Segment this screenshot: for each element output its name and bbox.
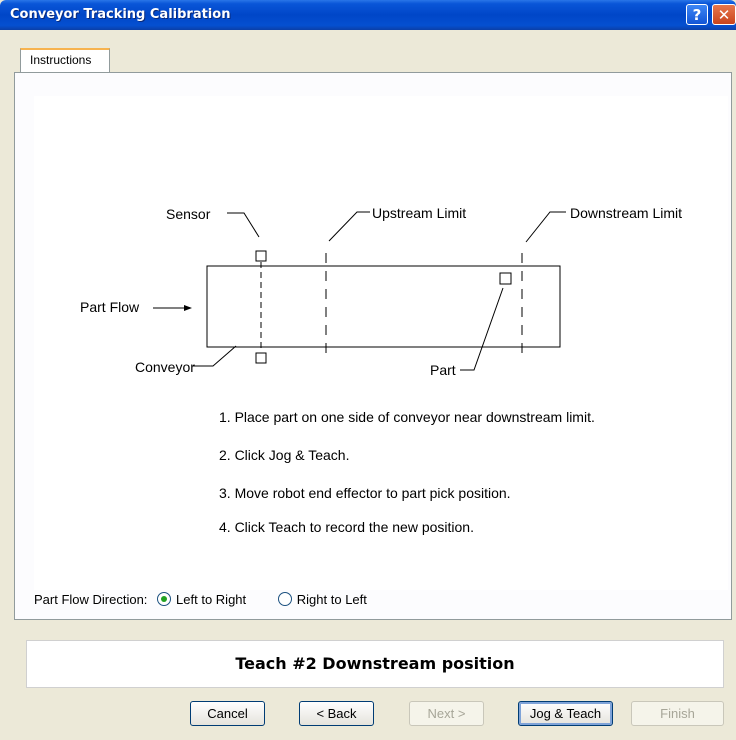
- sensor-leader: [227, 212, 260, 238]
- part-leader: [460, 287, 504, 371]
- conveyor-label: Conveyor: [135, 359, 195, 375]
- status-text: Teach #2 Downstream position: [26, 640, 724, 688]
- radio-selected-icon[interactable]: [157, 592, 172, 606]
- radio-unselected-icon[interactable]: [277, 592, 292, 606]
- downstream-leader: [525, 211, 566, 243]
- part-flow-direction-row: Part Flow Direction: Left to Right Right…: [34, 592, 367, 607]
- step-4: 4. Click Teach to record the new positio…: [219, 519, 474, 535]
- jog-teach-button[interactable]: Jog & Teach: [518, 701, 613, 726]
- upstream-leader: [328, 211, 370, 242]
- part-flow-direction-label: Part Flow Direction:: [34, 592, 148, 607]
- conveyor-leader: [193, 345, 237, 367]
- upstream-limit-label: Upstream Limit: [372, 205, 467, 221]
- step-1: 1. Place part on one side of conveyor ne…: [219, 409, 595, 425]
- part-flow-label: Part Flow: [80, 299, 140, 315]
- radio-left-to-right[interactable]: Left to Right: [157, 592, 250, 607]
- part-flow-arrowhead: [184, 305, 192, 311]
- radio-left-to-right-label[interactable]: Left to Right: [176, 592, 246, 607]
- finish-button[interactable]: Finish: [631, 701, 724, 726]
- step-3: 3. Move robot end effector to part pick …: [219, 485, 511, 501]
- sensor-bottom-box: [255, 352, 267, 364]
- radio-right-to-left-label[interactable]: Right to Left: [297, 592, 367, 607]
- step-2: 2. Click Jog & Teach.: [219, 447, 350, 463]
- cancel-button[interactable]: Cancel: [190, 701, 265, 726]
- sensor-top-box: [255, 250, 267, 262]
- part-label: Part: [430, 362, 456, 378]
- radio-right-to-left[interactable]: Right to Left: [277, 592, 367, 607]
- next-button[interactable]: Next >: [409, 701, 484, 726]
- conveyor-diagram: [153, 211, 566, 371]
- sensor-label: Sensor: [166, 206, 211, 222]
- back-button[interactable]: < Back: [299, 701, 374, 726]
- part-box: [499, 272, 512, 285]
- downstream-limit-label: Downstream Limit: [570, 205, 683, 221]
